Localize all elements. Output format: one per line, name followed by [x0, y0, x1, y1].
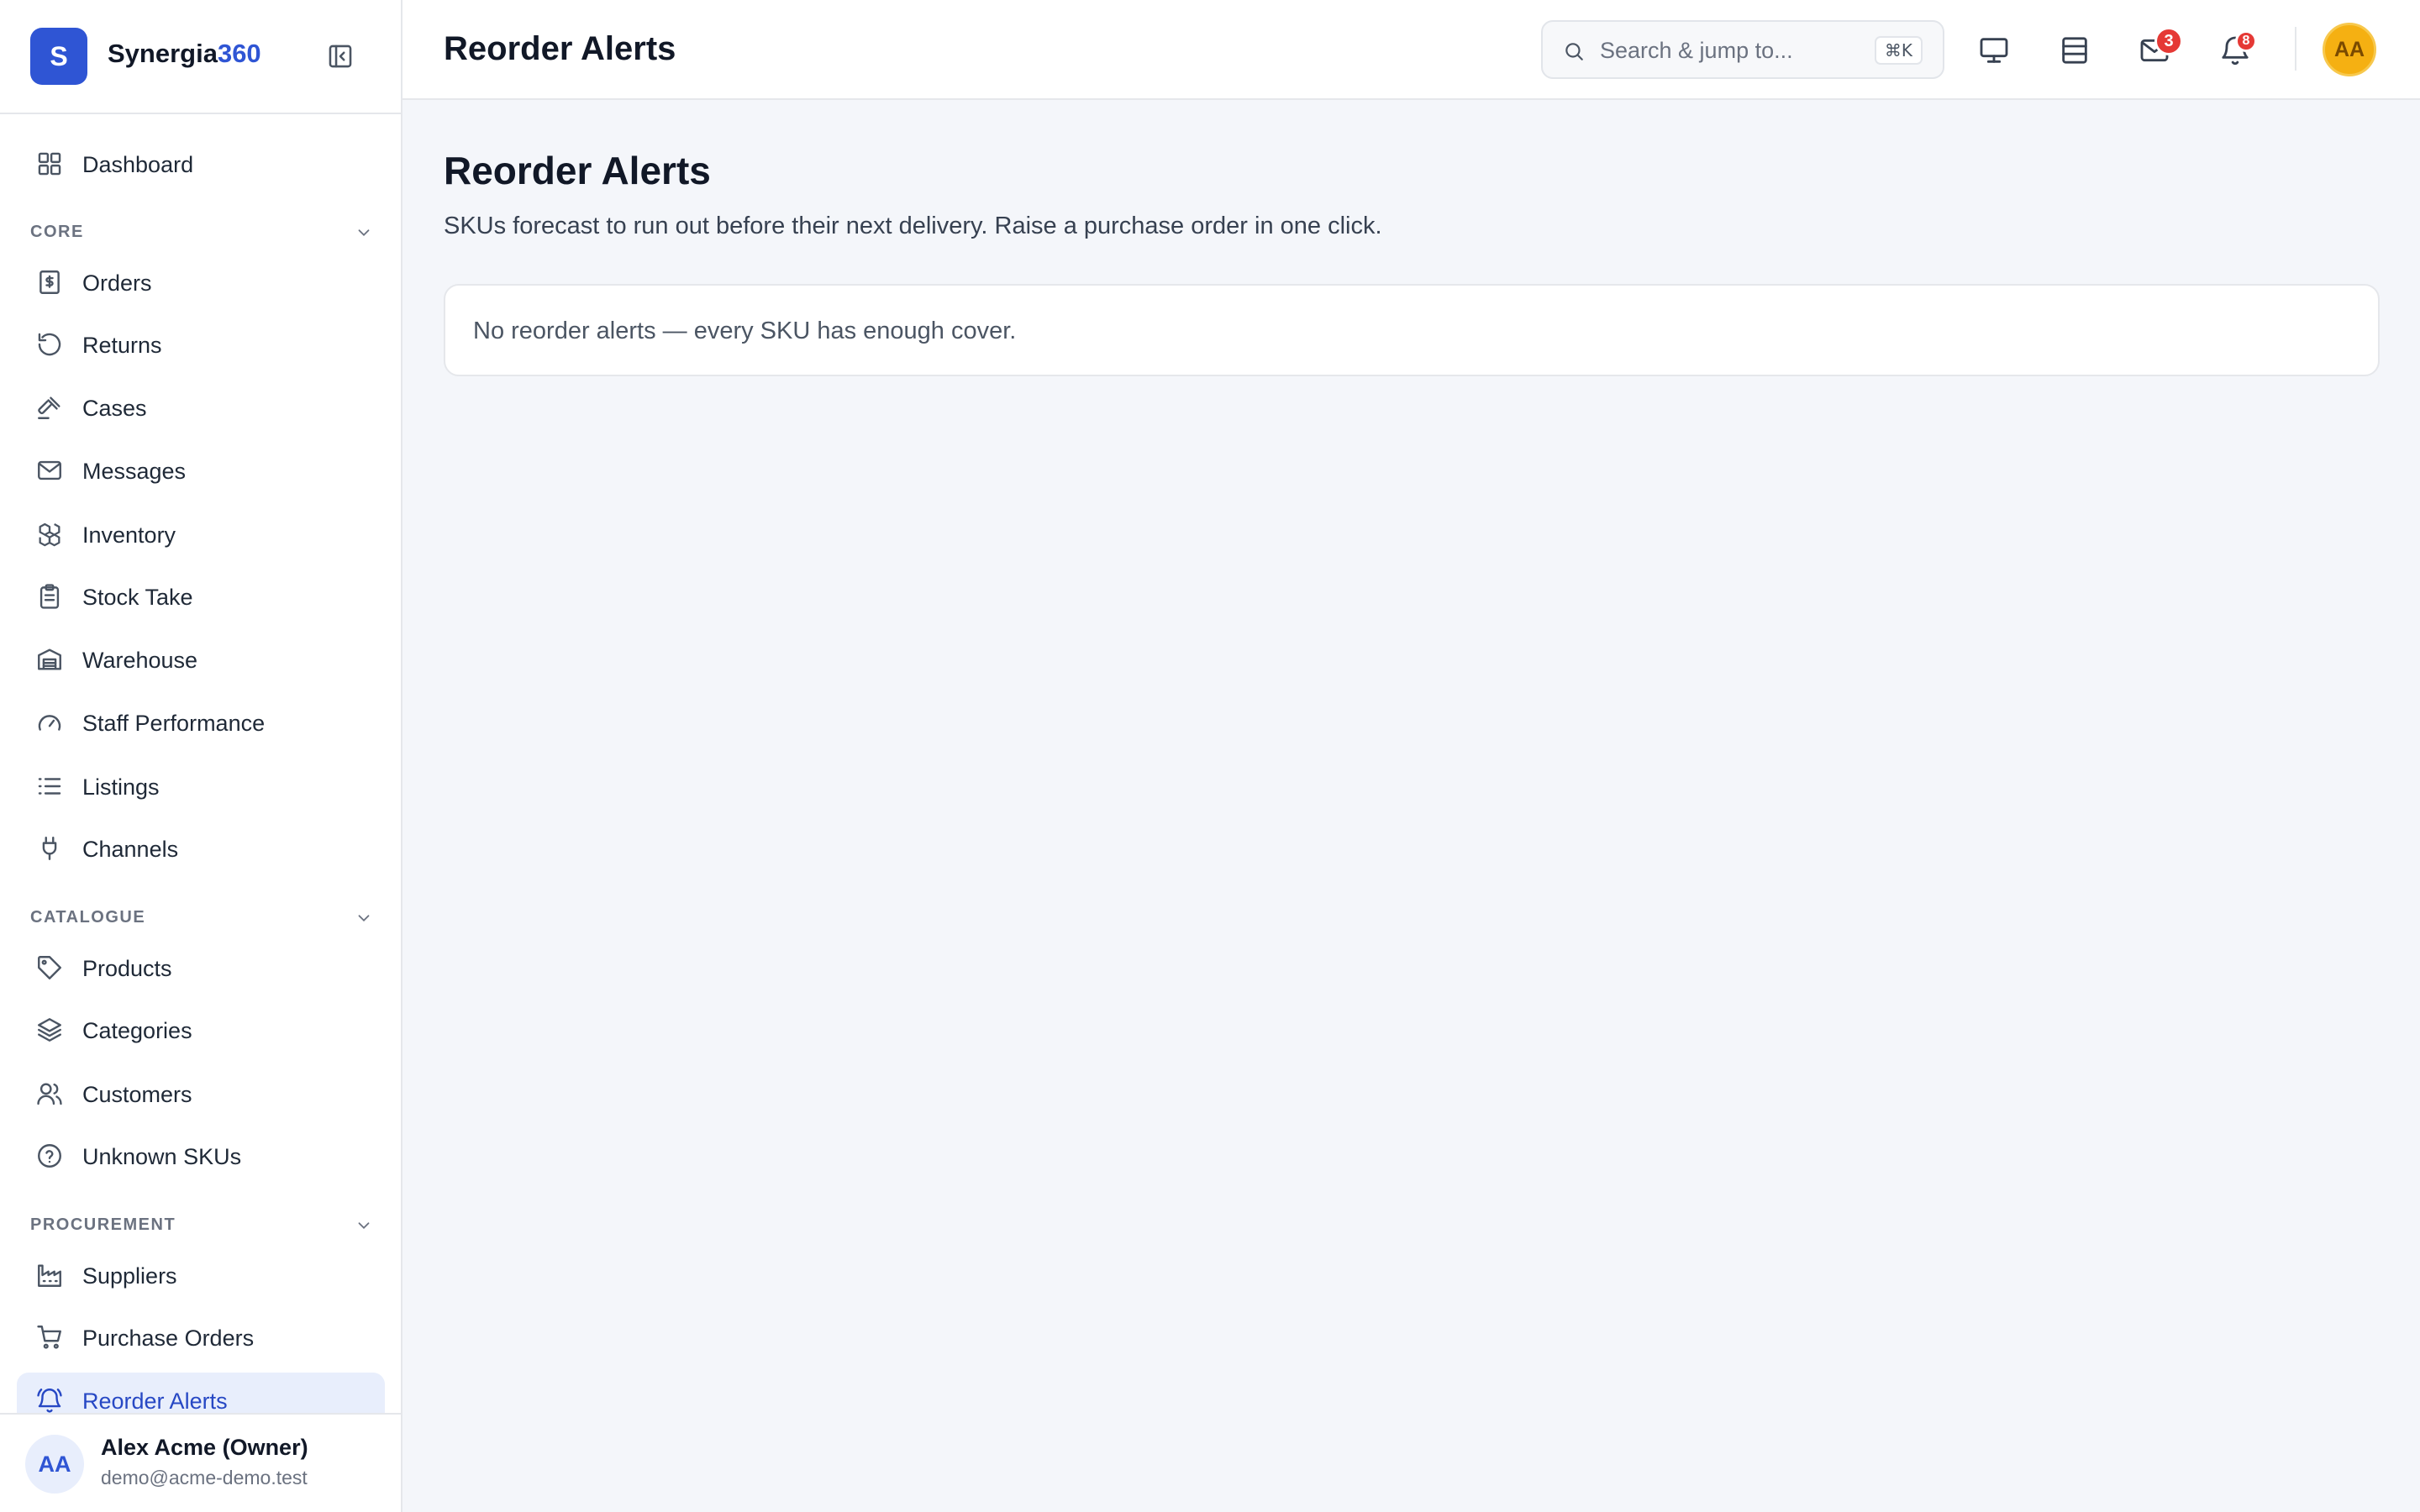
sidebar-item-label: Returns [82, 333, 162, 358]
section-core[interactable]: CORE [30, 220, 373, 245]
collapse-sidebar-button[interactable] [326, 42, 355, 71]
sidebar-item-label: Customers [82, 1082, 192, 1107]
sidebar-item-label: Channels [82, 837, 179, 862]
factory-icon [38, 1264, 61, 1287]
sidebar: S Synergia360 Dashboard CORE Orders Retu… [0, 0, 402, 1512]
topbar: Reorder Alerts Search & jump to... ⌘K 3 … [402, 0, 2420, 100]
gavel-icon [38, 396, 60, 419]
user-email: demo@acme-demo.test [101, 1467, 308, 1488]
gauge-icon [38, 715, 61, 731]
mail-icon [38, 460, 61, 480]
list-icon [38, 778, 61, 795]
page-subtitle: SKUs forecast to run out before their ne… [444, 213, 1382, 239]
search-shortcut: ⌘K [1874, 36, 1923, 65]
sidebar-item-inventory[interactable]: Inventory [17, 507, 385, 562]
empty-state-message: No reorder alerts — every SKU has enough… [473, 318, 1017, 344]
monitor-icon [1980, 38, 2008, 63]
sidebar-item-label: Dashboard [82, 152, 194, 177]
avatar: AA [25, 1435, 84, 1494]
sidebar-item-warehouse[interactable]: Warehouse [17, 632, 385, 687]
inbox-button[interactable]: 3 [2138, 27, 2183, 67]
chevron-down-icon [358, 229, 370, 237]
notifications-badge: 8 [2235, 30, 2257, 52]
user-profile[interactable]: AA Alex Acme (Owner) demo@acme-demo.test [0, 1413, 401, 1512]
layers-icon [38, 1018, 61, 1042]
layout-button[interactable] [2058, 34, 2091, 67]
search-input[interactable]: Search & jump to... ⌘K [1541, 20, 1944, 79]
sidebar-item-reorder-alerts[interactable]: Reorder Alerts [17, 1373, 385, 1414]
sidebar-item-purchase-orders[interactable]: Purchase Orders [17, 1310, 385, 1365]
sidebar-item-unknown-skus[interactable]: Unknown SKUs [17, 1128, 385, 1184]
grid-icon [38, 152, 61, 176]
page-title: Reorder Alerts [444, 149, 711, 192]
topbar-title: Reorder Alerts [444, 30, 676, 67]
rotate-ccw-icon [38, 333, 61, 356]
sidebar-item-label: Purchase Orders [82, 1326, 255, 1351]
help-circle-icon [38, 1144, 61, 1168]
sidebar-item-label: Warehouse [82, 648, 198, 673]
cart-icon [37, 1326, 61, 1349]
sidebar-item-label: Inventory [82, 522, 176, 548]
section-title: CATALOGUE [30, 908, 146, 927]
sidebar-item-cases[interactable]: Cases [17, 380, 385, 435]
sidebar-item-listings[interactable]: Listings [17, 759, 385, 814]
sidebar-item-label: Cases [82, 396, 147, 421]
sidebar-item-messages[interactable]: Messages [17, 443, 385, 498]
chevron-down-icon [358, 1222, 370, 1230]
section-title: PROCUREMENT [30, 1215, 176, 1234]
sidebar-item-dashboard[interactable]: Dashboard [17, 136, 385, 192]
sidebar-item-label: Categories [82, 1018, 192, 1043]
search-icon [1565, 43, 1583, 60]
sidebar-item-staff-performance[interactable]: Staff Performance [17, 695, 385, 750]
plug-icon [42, 837, 57, 860]
tag-icon [38, 956, 61, 979]
sidebar-item-label: Stock Take [82, 585, 193, 610]
sidebar-item-label: Messages [82, 459, 187, 484]
notifications-button[interactable]: 8 [2218, 30, 2257, 67]
receipt-icon [39, 270, 60, 294]
brand-header: S Synergia360 [0, 0, 401, 114]
chevron-down-icon [358, 915, 370, 922]
section-procurement[interactable]: PROCUREMENT [30, 1213, 373, 1238]
sidebar-item-label: Suppliers [82, 1263, 177, 1289]
sidebar-item-stock-take[interactable]: Stock Take [17, 569, 385, 624]
section-catalogue[interactable]: CATALOGUE [30, 906, 373, 931]
sidebar-item-label: Unknown SKUs [82, 1144, 242, 1169]
bell-ring-icon [37, 1389, 62, 1413]
avatar[interactable]: AA [2323, 23, 2376, 76]
panel-left-icon [329, 45, 352, 68]
display-button[interactable] [1977, 34, 2011, 67]
clipboard-icon [39, 584, 60, 609]
sidebar-item-label: Listings [82, 774, 160, 800]
sidebar-item-label: Orders [82, 270, 152, 296]
divider [2295, 27, 2296, 71]
sidebar-item-products[interactable]: Products [17, 940, 385, 995]
sidebar-item-returns[interactable]: Returns [17, 317, 385, 372]
section-title: CORE [30, 223, 84, 241]
sidebar-item-channels[interactable]: Channels [17, 821, 385, 876]
user-name: Alex Acme (Owner) [101, 1435, 308, 1460]
sidebar-item-categories[interactable]: Categories [17, 1002, 385, 1058]
sidebar-item-suppliers[interactable]: Suppliers [17, 1247, 385, 1303]
brand-logo[interactable]: S [30, 28, 87, 85]
brand-name[interactable]: Synergia360 [108, 39, 261, 69]
sidebar-item-label: Products [82, 956, 172, 981]
sidebar-item-label: Reorder Alerts [82, 1389, 228, 1414]
boxes-icon [39, 522, 60, 547]
sidebar-item-label: Staff Performance [82, 711, 266, 736]
warehouse-icon [38, 648, 61, 670]
empty-state-card: No reorder alerts — every SKU has enough… [444, 284, 2380, 376]
users-icon [37, 1083, 62, 1105]
panel-icon [2062, 37, 2087, 64]
inbox-badge: 3 [2154, 27, 2183, 55]
sidebar-item-customers[interactable]: Customers [17, 1066, 385, 1121]
brand-name-accent: 360 [217, 39, 261, 68]
search-placeholder: Search & jump to... [1600, 38, 1793, 63]
sidebar-item-orders[interactable]: Orders [17, 255, 385, 310]
brand-name-primary: Synergia [108, 39, 218, 68]
